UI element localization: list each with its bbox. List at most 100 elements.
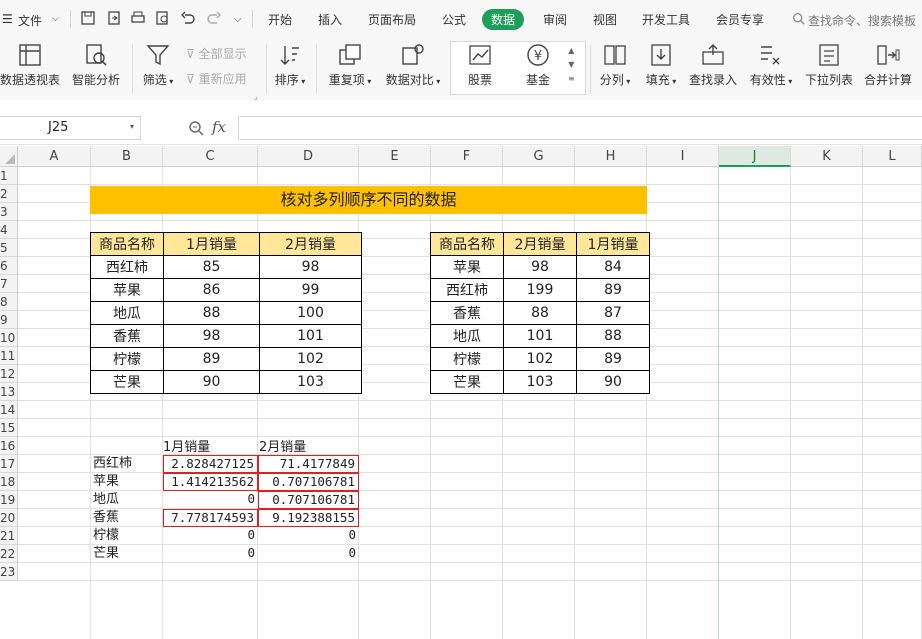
merge-calc-button[interactable]: 合并计算 bbox=[862, 42, 914, 88]
sort-button[interactable]: 排序 ▾ bbox=[270, 42, 310, 88]
tab-view[interactable]: 视图 bbox=[593, 11, 617, 28]
table-cell[interactable]: 地瓜 bbox=[430, 324, 504, 348]
result-label[interactable]: 西红柿 bbox=[93, 455, 163, 473]
column-header[interactable]: F bbox=[431, 146, 503, 167]
table-cell[interactable]: 199 bbox=[503, 278, 577, 302]
result-label[interactable]: 地瓜 bbox=[93, 491, 163, 509]
row-header[interactable]: 1 bbox=[0, 167, 18, 185]
column-header[interactable]: L bbox=[863, 146, 922, 167]
result-value[interactable]: 2.828427125 bbox=[163, 455, 258, 473]
smart-analysis-button[interactable]: 智能分析 bbox=[70, 42, 122, 88]
table-cell[interactable]: 102 bbox=[503, 347, 577, 371]
table-cell[interactable]: 98 bbox=[259, 255, 362, 279]
gallery-scroll[interactable]: ▲ ▼ ≡ bbox=[568, 44, 575, 86]
result-value[interactable]: 0 bbox=[163, 491, 258, 509]
row-header[interactable]: 17 bbox=[0, 455, 18, 473]
result-value[interactable]: 0 bbox=[258, 527, 359, 545]
result-value[interactable]: 0.707106781 bbox=[258, 491, 359, 509]
row-header[interactable]: 12 bbox=[0, 365, 18, 383]
table-cell[interactable]: 90 bbox=[576, 370, 650, 394]
table-cell[interactable]: 84 bbox=[576, 255, 650, 279]
tab-formula[interactable]: 公式 bbox=[442, 11, 466, 28]
table-cell[interactable]: 99 bbox=[259, 278, 362, 302]
row-header[interactable]: 4 bbox=[0, 221, 18, 239]
table-cell[interactable]: 98 bbox=[163, 324, 260, 348]
table-cell[interactable]: 103 bbox=[503, 370, 577, 394]
formula-input[interactable] bbox=[238, 116, 922, 140]
result-label[interactable]: 香蕉 bbox=[93, 509, 163, 527]
column-header[interactable]: E bbox=[359, 146, 431, 167]
duplicates-button[interactable]: 重复项 ▾ bbox=[326, 42, 374, 88]
result-header[interactable]: 1月销量 bbox=[163, 436, 257, 455]
table-cell[interactable]: 101 bbox=[503, 324, 577, 348]
row-header[interactable]: 15 bbox=[0, 419, 18, 437]
row-header[interactable]: 10 bbox=[0, 329, 18, 347]
table2-header[interactable]: 1月销量 bbox=[576, 232, 650, 256]
table2-header[interactable]: 商品名称 bbox=[430, 232, 504, 256]
table-cell[interactable]: 88 bbox=[503, 301, 577, 325]
table2-header[interactable]: 2月销量 bbox=[503, 232, 577, 256]
table-cell[interactable]: 86 bbox=[163, 278, 260, 302]
table-cell[interactable]: 柠檬 bbox=[90, 347, 164, 371]
column-header[interactable]: G bbox=[503, 146, 575, 167]
stock-button[interactable]: 股票 bbox=[458, 42, 502, 88]
row-header[interactable]: 7 bbox=[0, 275, 18, 293]
table-cell[interactable]: 100 bbox=[259, 301, 362, 325]
table-cell[interactable]: 85 bbox=[163, 255, 260, 279]
table1-header[interactable]: 1月销量 bbox=[163, 232, 260, 256]
spreadsheet-grid[interactable]: ABCDEFGHIJKL 1 2 3 4 5 6 7 8 9 10 11 12 13 14 15 16 17 18… bbox=[0, 146, 922, 639]
chevron-down-icon[interactable]: ▾ bbox=[130, 122, 134, 131]
column-header[interactable]: I bbox=[647, 146, 719, 167]
table-cell[interactable]: 柠檬 bbox=[430, 347, 504, 371]
row-header[interactable]: 20 bbox=[0, 509, 18, 527]
table-cell[interactable]: 101 bbox=[259, 324, 362, 348]
table-cell[interactable]: 103 bbox=[259, 370, 362, 394]
result-value[interactable]: 0 bbox=[163, 527, 258, 545]
tab-member[interactable]: 会员专享 bbox=[716, 11, 764, 28]
row-header[interactable]: 14 bbox=[0, 401, 18, 419]
column-header[interactable]: K bbox=[791, 146, 863, 167]
result-label[interactable]: 柠檬 bbox=[93, 527, 163, 545]
column-header[interactable]: D bbox=[258, 146, 359, 167]
row-header[interactable]: 6 bbox=[0, 257, 18, 275]
column-header[interactable]: J bbox=[719, 146, 791, 167]
row-header[interactable]: 16 bbox=[0, 437, 18, 455]
table-cell[interactable]: 90 bbox=[163, 370, 260, 394]
file-menu[interactable]: 文件 bbox=[18, 12, 42, 29]
result-label[interactable]: 苹果 bbox=[93, 473, 163, 491]
row-header[interactable]: 5 bbox=[0, 239, 18, 257]
table-cell[interactable]: 89 bbox=[576, 347, 650, 371]
name-box[interactable]: J25 ▾ bbox=[0, 116, 141, 140]
reapply-button[interactable]: ⊽ 重新应用 bbox=[186, 70, 247, 87]
result-value[interactable]: 0 bbox=[258, 545, 359, 563]
tab-review[interactable]: 审阅 bbox=[543, 11, 567, 28]
column-header[interactable]: B bbox=[91, 146, 163, 167]
table-cell[interactable]: 98 bbox=[503, 255, 577, 279]
result-value[interactable]: 7.778174593 bbox=[163, 509, 258, 527]
more-icon[interactable]: ⌵ bbox=[234, 14, 242, 25]
row-header[interactable]: 8 bbox=[0, 293, 18, 311]
tab-developer[interactable]: 开发工具 bbox=[642, 11, 690, 28]
validity-button[interactable]: 有效性 ▾ bbox=[746, 42, 796, 88]
table-cell[interactable]: 西红柿 bbox=[430, 278, 504, 302]
select-all-corner[interactable] bbox=[0, 146, 18, 167]
row-header[interactable]: 22 bbox=[0, 545, 18, 563]
column-header[interactable]: H bbox=[575, 146, 647, 167]
table1-header[interactable]: 2月销量 bbox=[259, 232, 362, 256]
result-value[interactable]: 71.4177849 bbox=[258, 455, 359, 473]
row-header[interactable]: 9 bbox=[0, 311, 18, 329]
search-icon[interactable] bbox=[792, 12, 805, 25]
table-cell[interactable]: 地瓜 bbox=[90, 301, 164, 325]
table-cell[interactable]: 香蕉 bbox=[90, 324, 164, 348]
fund-button[interactable]: ¥ 基金 bbox=[516, 42, 560, 88]
table-cell[interactable]: 西红柿 bbox=[90, 255, 164, 279]
row-header[interactable]: 13 bbox=[0, 383, 18, 401]
table-left[interactable]: 商品名称 1月销量 2月销量 西红柿 85 98 苹果 86 99 地瓜 88 100 香蕉 98 1… bbox=[90, 232, 362, 394]
table-cell[interactable]: 芒果 bbox=[90, 370, 164, 394]
print-icon[interactable] bbox=[130, 10, 146, 26]
filter-button[interactable]: 筛选 ▾ bbox=[138, 42, 178, 88]
split-column-button[interactable]: 分列 ▾ bbox=[596, 42, 634, 88]
table1-header[interactable]: 商品名称 bbox=[90, 232, 164, 256]
row-header[interactable]: 18 bbox=[0, 473, 18, 491]
table-cell[interactable]: 88 bbox=[576, 324, 650, 348]
